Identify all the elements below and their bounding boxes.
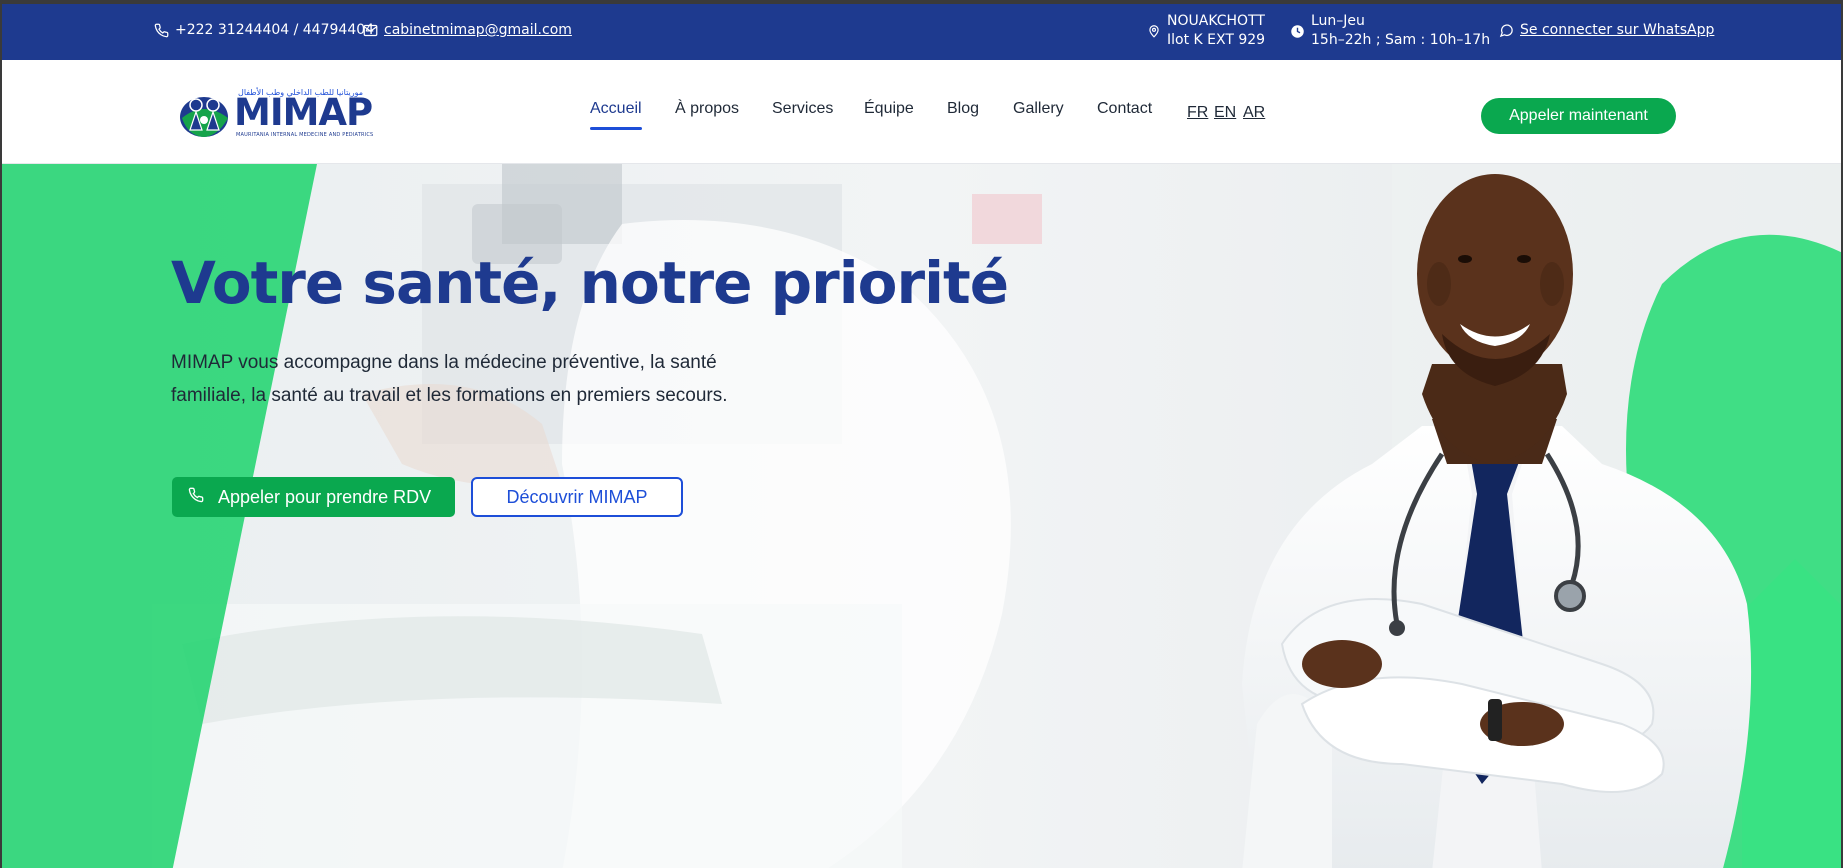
whatsapp-icon — [1499, 23, 1514, 38]
site-header: موريتانيا للطب الداخلي وطب الأطفال MIMAP… — [2, 60, 1841, 164]
lang-fr[interactable]: FR — [1187, 104, 1208, 122]
phone-icon — [188, 487, 204, 508]
lang-en[interactable]: EN — [1214, 104, 1236, 122]
phone-icon — [154, 23, 169, 38]
location-line-1: NOUAKCHOTT — [1167, 13, 1265, 29]
mail-icon — [363, 23, 378, 38]
nav-blog[interactable]: Blog — [947, 100, 979, 118]
browser-frame: +222 31244404 / 44794404 cabinetmimap@gm… — [0, 0, 1843, 868]
topbar-email[interactable]: cabinetmimap@gmail.com — [363, 22, 572, 38]
call-for-appointment-label: Appeler pour prendre RDV — [218, 486, 432, 507]
whatsapp-link[interactable]: Se connecter sur WhatsApp — [1520, 22, 1714, 38]
hero-section: Votre santé, notre priorité MIMAP vous a… — [2, 164, 1841, 868]
call-now-button[interactable]: Appeler maintenant — [1481, 98, 1676, 134]
top-contact-bar: +222 31244404 / 44794404 cabinetmimap@gm… — [2, 4, 1841, 60]
topbar-email-link[interactable]: cabinetmimap@gmail.com — [384, 22, 572, 38]
nav-a-propos[interactable]: À propos — [675, 100, 739, 118]
topbar-location: NOUAKCHOTT Ilot K EXT 929 — [1147, 12, 1265, 50]
topbar-phone[interactable]: +222 31244404 / 44794404 — [154, 22, 374, 38]
nav-accueil[interactable]: Accueil — [590, 100, 642, 130]
location-pin-icon — [1147, 23, 1161, 39]
topbar-whatsapp[interactable]: Se connecter sur WhatsApp — [1499, 22, 1714, 38]
nav-gallery[interactable]: Gallery — [1013, 100, 1064, 118]
nav-services[interactable]: Services — [772, 100, 833, 118]
hours-line-1: Lun–Jeu — [1311, 13, 1365, 29]
location-line-2: Ilot K EXT 929 — [1167, 32, 1266, 48]
topbar-hours: Lun–Jeu 15h–22h ; Sam : 10h–17h — [1290, 12, 1490, 50]
nav-contact[interactable]: Contact — [1097, 100, 1152, 118]
lang-ar[interactable]: AR — [1243, 104, 1265, 122]
topbar-phone-text: +222 31244404 / 44794404 — [175, 22, 375, 38]
hero-title: Votre santé, notre priorité — [171, 249, 1009, 317]
hero-description: MIMAP vous accompagne dans la médecine p… — [171, 352, 728, 406]
call-for-appointment-button[interactable]: Appeler pour prendre RDV — [172, 477, 455, 517]
hours-line-2: 15h–22h ; Sam : 10h–17h — [1311, 32, 1491, 48]
logo-tagline: MAURITANIA INTERNAL MEDECINE AND PEDIATR… — [236, 132, 374, 138]
nav-equipe[interactable]: Équipe — [864, 100, 914, 118]
discover-mimap-button[interactable]: Découvrir MIMAP — [471, 477, 683, 517]
clock-icon — [1290, 24, 1305, 39]
